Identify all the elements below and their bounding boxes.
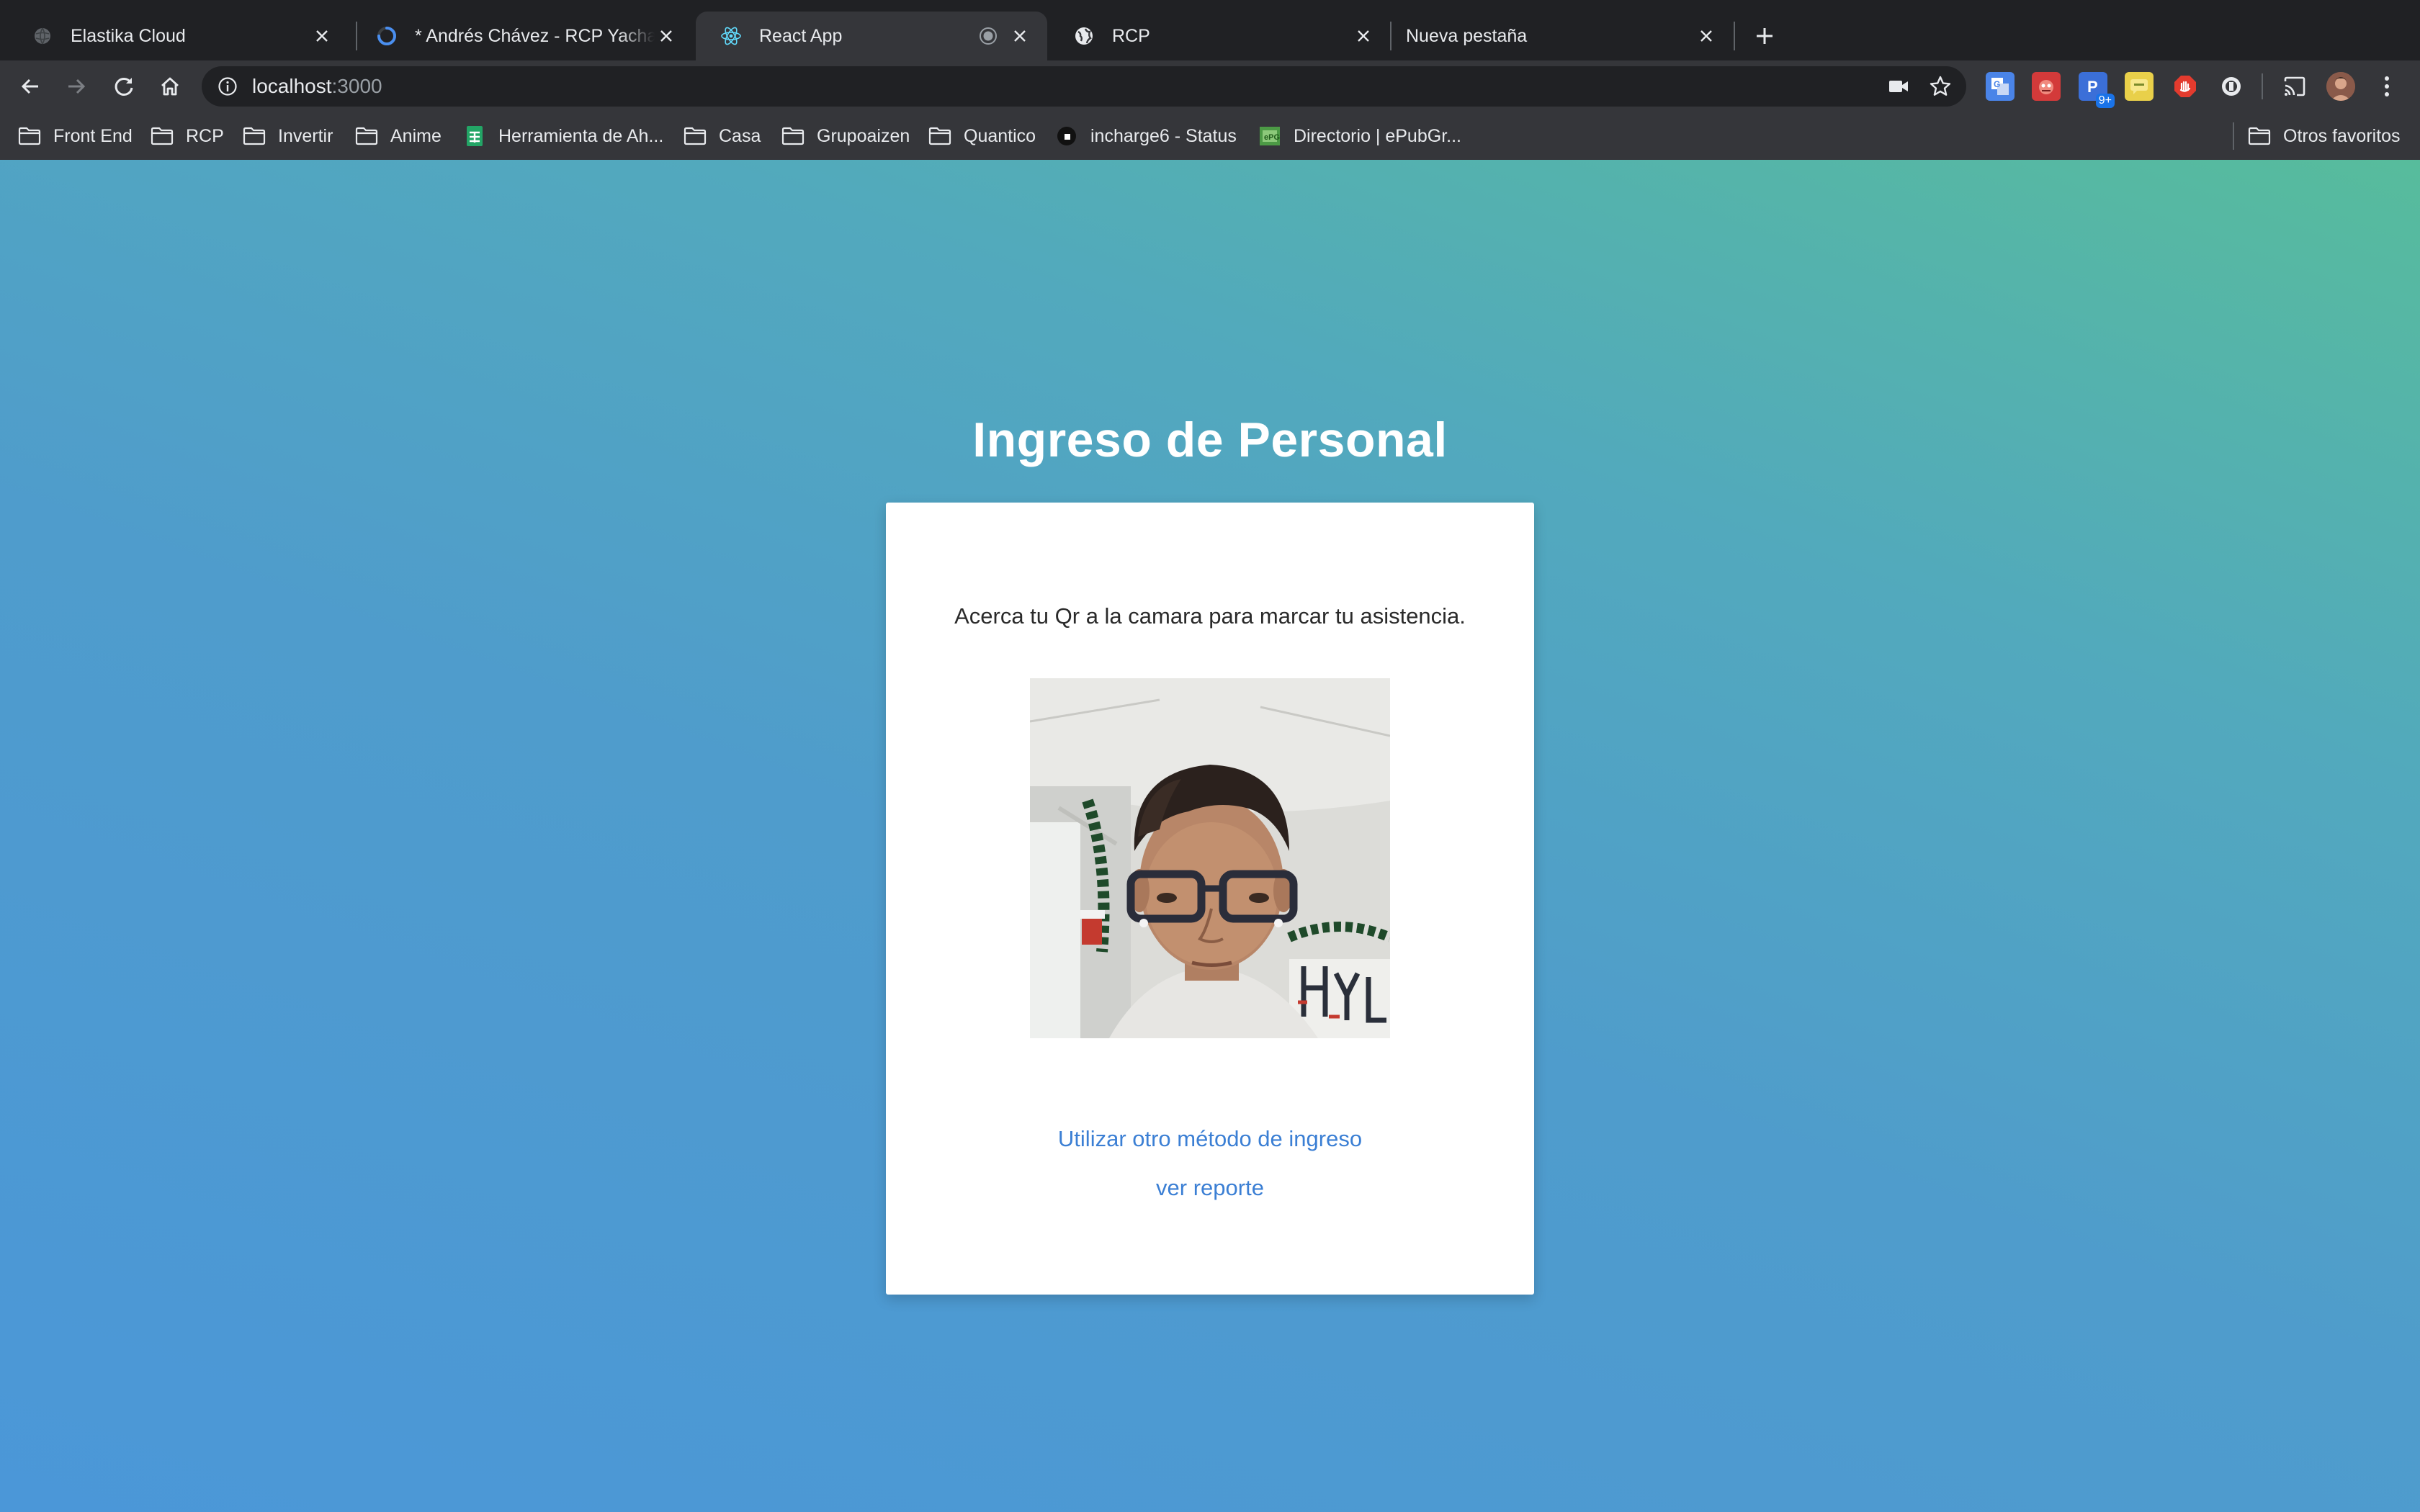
forward-arrow-icon: [68, 78, 86, 94]
checkin-card: Acerca tu Qr a la camara para marcar tu …: [886, 503, 1534, 1295]
page-title: Ingreso de Personal: [972, 413, 1448, 467]
bookmark-label: Invertir: [278, 125, 333, 146]
react-logo-icon: [720, 25, 742, 47]
bookmark-casa[interactable]: Casa: [683, 121, 761, 151]
url-port: :3000: [331, 75, 382, 97]
tab-title: React App: [759, 25, 843, 46]
tab-rcp[interactable]: RCP: [1049, 12, 1391, 60]
extension-badge: 9+: [2095, 94, 2115, 108]
bookmark-incharge6[interactable]: incharge6 - Status: [1054, 121, 1237, 151]
monster-extension-icon[interactable]: [2032, 72, 2061, 101]
page-viewport: Ingreso de Personal Acerca tu Qr a la ca…: [0, 160, 2420, 1512]
bookmark-invertir[interactable]: Invertir: [242, 121, 333, 151]
home-button[interactable]: [153, 69, 187, 104]
close-icon[interactable]: [1008, 24, 1031, 48]
tab-strip: Elastika Cloud * Andrés Chávez - RCP Yac…: [0, 0, 2420, 60]
bookmark-label: Grupoaizen: [817, 125, 910, 146]
parking-extension-icon[interactable]: P 9+: [2079, 72, 2115, 108]
home-icon: [161, 77, 179, 96]
other-bookmarks-label: Otros favoritos: [2283, 125, 2401, 146]
plus-icon: [1757, 28, 1773, 44]
tab-nueva-pestana[interactable]: Nueva pestaña: [1392, 12, 1734, 60]
cast-icon[interactable]: [2280, 72, 2309, 101]
url-text: localhost:3000: [252, 75, 382, 98]
bookmark-label: Quantico: [964, 125, 1036, 146]
circle-extension-icon[interactable]: [2217, 72, 2246, 101]
adblock-extension-icon[interactable]: [2171, 72, 2200, 101]
folder-icon: [242, 125, 266, 147]
globe-icon: [32, 25, 53, 47]
tab-title: Nueva pestaña: [1406, 25, 1528, 46]
url-host: localhost: [252, 75, 332, 97]
browser-toolbar: localhost:3000 G P 9+: [0, 60, 2420, 112]
camera-in-use-icon[interactable]: [1887, 75, 1910, 98]
svg-text:ePG: ePG: [1264, 133, 1280, 142]
back-arrow-icon: [21, 78, 38, 94]
kebab-menu-icon[interactable]: [2372, 72, 2401, 101]
back-button[interactable]: [13, 69, 48, 104]
bookmark-label: Casa: [719, 125, 761, 146]
chat-extension-icon[interactable]: [2125, 72, 2154, 101]
folder-icon: [150, 125, 174, 147]
new-tab-button[interactable]: [1749, 20, 1780, 52]
other-bookmarks-folder[interactable]: Otros favoritos: [2247, 121, 2401, 151]
camera-preview: [1030, 678, 1390, 1038]
reload-button[interactable]: [107, 69, 141, 104]
bookmarks-bar: Front End RCP Invertir Anime Herramienta…: [0, 112, 2420, 161]
folder-icon: [683, 125, 707, 147]
epub-icon: ePG: [1258, 125, 1282, 147]
translate-extension-icon[interactable]: G: [1986, 72, 2015, 101]
folder-icon: [2247, 125, 2272, 147]
folder-icon: [928, 125, 952, 147]
folder-icon: [354, 125, 379, 147]
address-bar[interactable]: localhost:3000: [202, 66, 1966, 107]
svg-text:G: G: [1994, 79, 2000, 89]
close-icon[interactable]: [655, 24, 678, 48]
instruction-text: Acerca tu Qr a la camara para marcar tu …: [954, 603, 1466, 629]
bookmark-label: Directorio | ePubGr...: [1294, 125, 1461, 146]
bookmark-herramienta[interactable]: Herramienta de Ah...: [462, 121, 663, 151]
toolbar-divider: [2262, 73, 2263, 99]
tab-andres-chavez[interactable]: * Andrés Chávez - RCP Yachay N: [351, 12, 694, 60]
view-report-link[interactable]: ver reporte: [886, 1175, 1534, 1201]
reload-icon: [115, 77, 133, 96]
bookmark-anime[interactable]: Anime: [354, 121, 442, 151]
tab-title: RCP: [1112, 25, 1150, 46]
tab-divider: [1734, 22, 1735, 50]
globe-icon: [1073, 25, 1095, 47]
other-method-link[interactable]: Utilizar otro método de ingreso: [886, 1126, 1534, 1152]
forward-button[interactable]: [59, 69, 94, 104]
svg-text:P: P: [2087, 78, 2098, 96]
bookmark-label: incharge6 - Status: [1090, 125, 1237, 146]
site-info-icon[interactable]: [216, 75, 239, 98]
bookmark-label: Anime: [390, 125, 442, 146]
close-icon[interactable]: [1695, 24, 1718, 48]
tab-title: * Andrés Chávez - RCP Yachay N: [415, 25, 655, 46]
bookmarks-divider: [2233, 122, 2234, 150]
tab-elastika-cloud[interactable]: Elastika Cloud: [7, 12, 349, 60]
loading-icon: [376, 25, 398, 47]
recording-indicator-icon: [978, 26, 998, 46]
folder-icon: [781, 125, 805, 147]
tab-title: Elastika Cloud: [71, 25, 186, 46]
bookmark-label: Front End: [53, 125, 133, 146]
bookmark-front-end[interactable]: Front End: [17, 121, 133, 151]
profile-avatar[interactable]: [2326, 72, 2355, 101]
close-icon[interactable]: [1352, 24, 1375, 48]
bookmark-label: RCP: [186, 125, 224, 146]
folder-icon: [17, 125, 42, 147]
tab-react-app[interactable]: React App: [696, 12, 1047, 60]
status-icon: [1054, 125, 1079, 147]
bookmark-grupoaizen[interactable]: Grupoaizen: [781, 121, 910, 151]
bookmark-star-icon[interactable]: [1929, 75, 1952, 98]
bookmark-directorio[interactable]: ePG Directorio | ePubGr...: [1258, 121, 1461, 151]
bookmark-quantico[interactable]: Quantico: [928, 121, 1036, 151]
sheets-icon: [462, 125, 487, 147]
bookmark-label: Herramienta de Ah...: [498, 125, 664, 146]
bookmark-rcp[interactable]: RCP: [150, 121, 224, 151]
close-icon[interactable]: [310, 24, 333, 48]
